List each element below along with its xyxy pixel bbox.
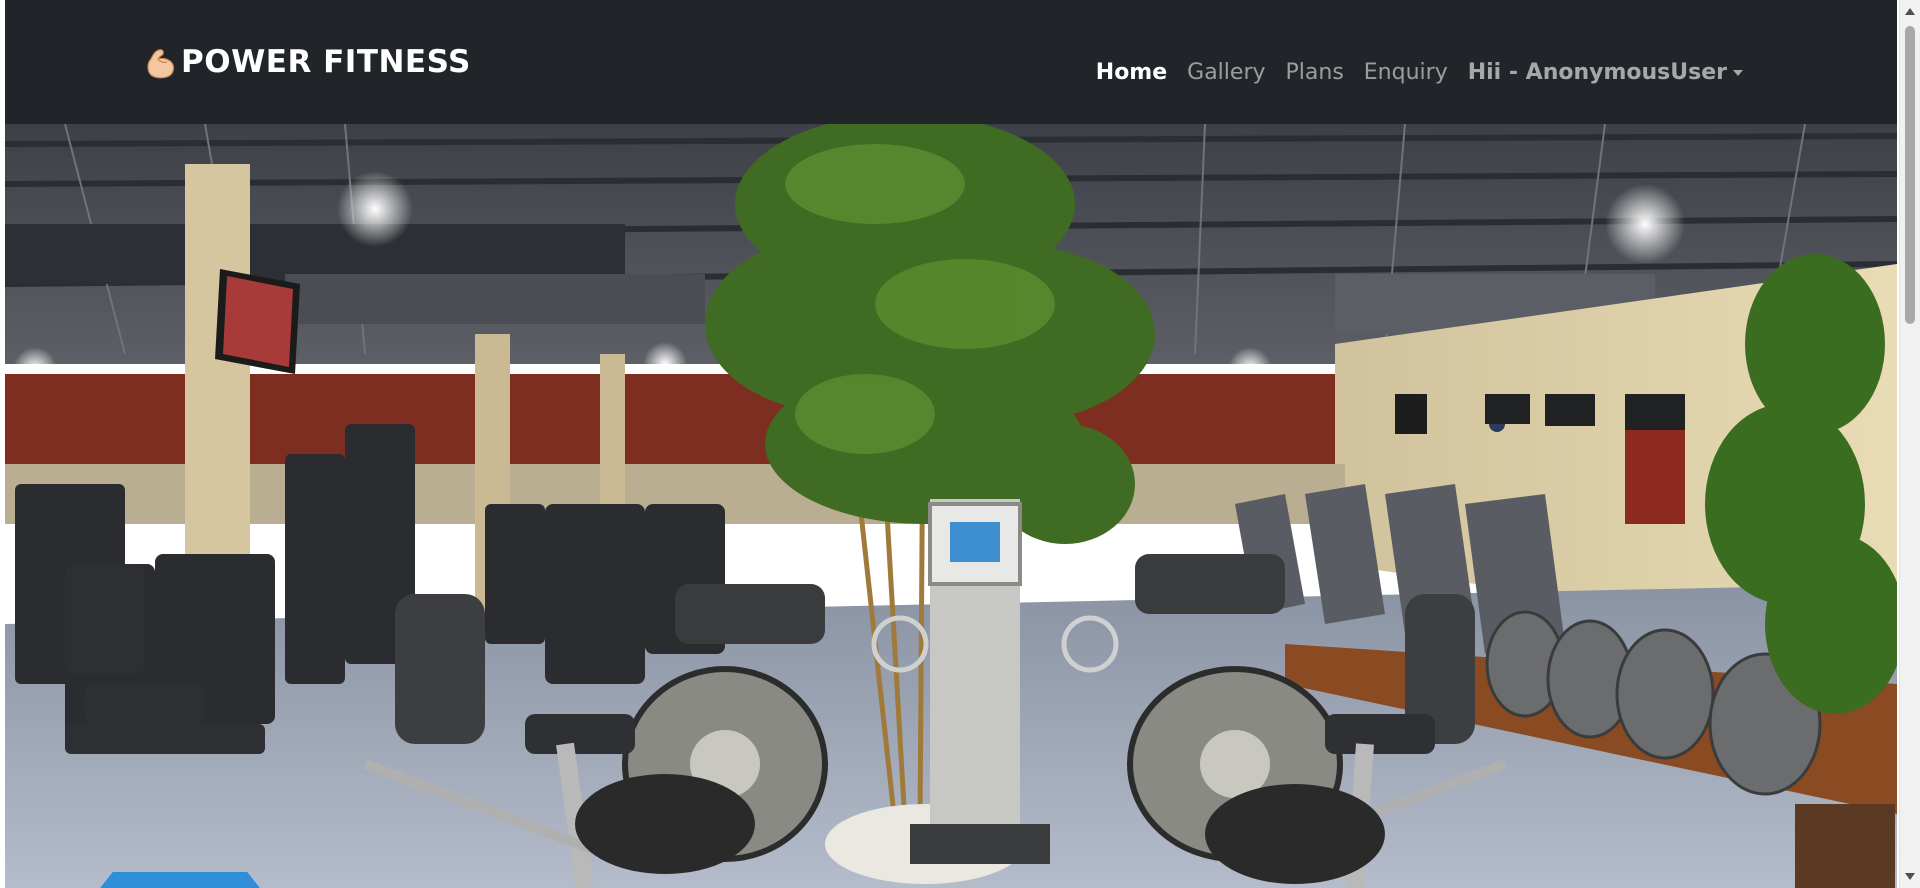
chevron-down-icon — [1733, 69, 1743, 76]
nav-home[interactable]: Home — [1086, 60, 1177, 85]
scroll-down-arrow-icon[interactable] — [1905, 873, 1915, 880]
scroll-thumb[interactable] — [1905, 26, 1915, 324]
flexed-biceps-icon — [147, 49, 175, 79]
nav-enquiry[interactable]: Enquiry — [1354, 60, 1458, 85]
brand-link[interactable]: POWER FITNESS — [145, 44, 471, 80]
nav-gallery[interactable]: Gallery — [1177, 60, 1275, 85]
user-dropdown[interactable]: Hii - AnonymousUser — [1458, 60, 1753, 85]
brand-name: POWER FITNESS — [181, 44, 471, 80]
page-frame: POWER FITNESS Home Gallery Plans Enquiry… — [5, 0, 1897, 888]
carousel-indicator[interactable] — [100, 872, 260, 888]
scroll-up-arrow-icon[interactable] — [1905, 8, 1915, 15]
scrollbar[interactable] — [1899, 0, 1920, 888]
nav-plans[interactable]: Plans — [1276, 60, 1354, 85]
hero-carousel-image — [5, 124, 1897, 888]
user-dropdown-label: Hii - AnonymousUser — [1467, 60, 1727, 85]
main-nav: Home Gallery Plans Enquiry Hii - Anonymo… — [1086, 60, 1753, 85]
gym-scene-image — [5, 124, 1897, 888]
navbar: POWER FITNESS Home Gallery Plans Enquiry… — [5, 0, 1897, 124]
